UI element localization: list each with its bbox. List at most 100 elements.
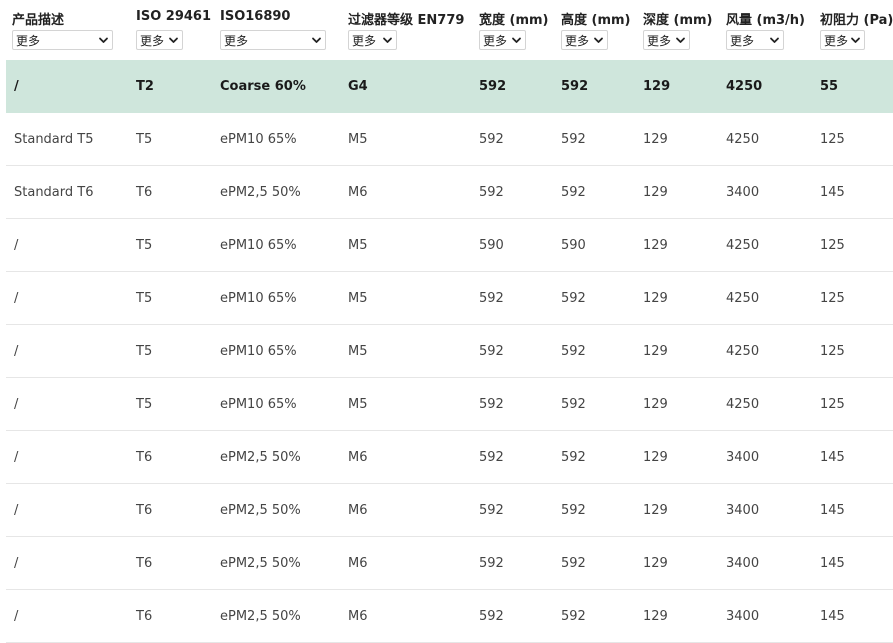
table-cell: 592: [479, 609, 504, 624]
table-header: 产品描述 更多 ISO 29461 更多 ISO16890 更多 过滤器等级 EN779 更多…: [0, 0, 893, 60]
table-cell: ePM2,5 50%: [220, 556, 301, 571]
table-cell: T5: [136, 397, 153, 412]
table-cell: 129: [643, 556, 668, 571]
table-cell: 129: [643, 79, 671, 94]
table-cell: 592: [479, 503, 504, 518]
table-cell: M6: [348, 450, 368, 465]
table-cell: 55: [820, 79, 839, 94]
table-cell: 590: [561, 238, 586, 253]
table-cell: 125: [820, 291, 845, 306]
table-cell: 592: [479, 132, 504, 147]
chevron-down-icon: [312, 37, 321, 43]
table-cell: M6: [348, 609, 368, 624]
table-cell: 129: [643, 291, 668, 306]
table-cell: 125: [820, 132, 845, 147]
column-title: 风量 (m3/h): [726, 13, 806, 28]
table-cell: 129: [643, 132, 668, 147]
table-cell: T6: [136, 450, 153, 465]
table-cell: 4250: [726, 291, 760, 306]
table-cell: /: [14, 450, 19, 465]
table-cell: 592: [479, 397, 504, 412]
column-title: 过滤器等级 EN779: [348, 13, 465, 28]
column-filter-select[interactable]: 更多: [726, 30, 784, 50]
table-cell: M5: [348, 238, 368, 253]
table-cell: 592: [479, 79, 507, 94]
table-cell: /: [14, 291, 19, 306]
column-filter-select[interactable]: 更多: [643, 30, 690, 50]
column-filter-select[interactable]: 更多: [561, 30, 608, 50]
table-cell: 129: [643, 609, 668, 624]
table-cell: T2: [136, 79, 154, 94]
table-cell: 4250: [726, 132, 760, 147]
table-cell: 592: [479, 344, 504, 359]
table-cell: 3400: [726, 450, 760, 465]
table-cell: M6: [348, 556, 368, 571]
chevron-down-icon: [594, 37, 603, 43]
table-cell: 145: [820, 503, 845, 518]
table-cell: T6: [136, 185, 153, 200]
table-cell: 592: [479, 185, 504, 200]
table-cell: M6: [348, 185, 368, 200]
column-title: 高度 (mm): [561, 13, 631, 28]
table-cell: ePM10 65%: [220, 238, 297, 253]
table-row: / T2 Coarse 60% G4 592 592 129 4250 55: [6, 60, 893, 113]
table-row: / T5 ePM10 65% M5 592 592 129 4250 125: [6, 378, 893, 431]
table-cell: 125: [820, 397, 845, 412]
chevron-down-icon: [512, 37, 521, 43]
table-cell: M6: [348, 503, 368, 518]
column-title: 深度 (mm): [643, 13, 713, 28]
table-cell: 145: [820, 556, 845, 571]
table-cell: 145: [820, 609, 845, 624]
table-cell: 129: [643, 185, 668, 200]
table-cell: G4: [348, 79, 368, 94]
table-cell: M5: [348, 397, 368, 412]
table-cell: 592: [479, 291, 504, 306]
table-cell: T5: [136, 132, 153, 147]
chevron-down-icon: [676, 37, 685, 43]
column-filter-select[interactable]: 更多: [479, 30, 526, 50]
table-cell: 592: [561, 450, 586, 465]
table-cell: /: [14, 238, 19, 253]
table-cell: 590: [479, 238, 504, 253]
table-cell: /: [14, 79, 19, 94]
column-title: 宽度 (mm): [479, 13, 549, 28]
table-cell: 129: [643, 503, 668, 518]
table-cell: ePM10 65%: [220, 291, 297, 306]
table-cell: T6: [136, 609, 153, 624]
table-cell: T5: [136, 238, 153, 253]
table-cell: ePM2,5 50%: [220, 450, 301, 465]
chevron-down-icon: [770, 37, 779, 43]
table-cell: 3400: [726, 609, 760, 624]
chevron-down-icon: [383, 37, 392, 43]
table-cell: /: [14, 556, 19, 571]
table-cell: 4250: [726, 238, 760, 253]
table-cell: 592: [479, 450, 504, 465]
column-filter-select[interactable]: 更多: [136, 30, 183, 50]
filter-select-value: 更多: [647, 33, 672, 48]
table-cell: ePM10 65%: [220, 132, 297, 147]
column-title: ISO 29461: [136, 9, 212, 24]
table-cell: 592: [561, 556, 586, 571]
table-cell: 592: [561, 609, 586, 624]
chevron-down-icon: [169, 37, 178, 43]
table-cell: /: [14, 503, 19, 518]
table-cell: T6: [136, 503, 153, 518]
table-cell: 592: [561, 79, 589, 94]
table-cell: M5: [348, 344, 368, 359]
table-cell: M5: [348, 132, 368, 147]
table-cell: 125: [820, 238, 845, 253]
table-cell: ePM10 65%: [220, 397, 297, 412]
table-cell: 4250: [726, 79, 763, 94]
column-filter-select[interactable]: 更多: [12, 30, 113, 50]
table-cell: ePM10 65%: [220, 344, 297, 359]
table-row: / T5 ePM10 65% M5 592 592 129 4250 125: [6, 272, 893, 325]
filter-select-value: 更多: [16, 33, 41, 48]
table-cell: 592: [561, 397, 586, 412]
column-filter-select[interactable]: 更多: [348, 30, 397, 50]
table-cell: 129: [643, 450, 668, 465]
filter-select-value: 更多: [483, 33, 508, 48]
column-filter-select[interactable]: 更多: [820, 30, 865, 50]
column-filter-select[interactable]: 更多: [220, 30, 326, 50]
table-cell: 3400: [726, 185, 760, 200]
table-cell: 592: [561, 132, 586, 147]
